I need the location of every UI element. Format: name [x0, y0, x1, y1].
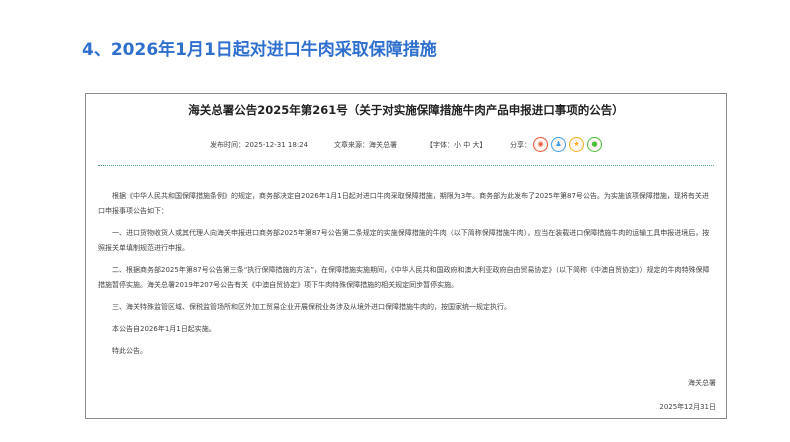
paragraph: 本公告自2026年1月1日起实施。	[112, 325, 216, 333]
share-label: 分享：	[510, 141, 531, 149]
announcement-date: 2025年12月31日	[659, 403, 716, 411]
paragraph: 二、根据商务部2025年第87号公告第三条“执行保障措施的方法”，在保障措施实施…	[98, 266, 710, 289]
article-source: 文章来源：海关总署	[334, 141, 397, 149]
section-heading: 4、2026年1月1日起对进口牛肉采取保障措施	[82, 40, 437, 60]
announcement-panel: 海关总署公告2025年第261号（关于对实施保障措施牛肉产品申报进口事项的公告）…	[85, 93, 727, 419]
paragraph: 特此公告。	[112, 347, 147, 355]
divider	[98, 165, 714, 166]
font-size-selector[interactable]: 【字体：小 中 大】	[426, 140, 486, 150]
qzone-icon[interactable]: ★	[569, 137, 584, 152]
paragraph: 一、进口货物收货人或其代理人向海关申报进口商务部2025年第87号公告第二条规定…	[98, 229, 710, 252]
announcement-title: 海关总署公告2025年第261号（关于对实施保障措施牛肉产品申报进口事项的公告）	[188, 103, 624, 117]
wechat-icon[interactable]: ●	[587, 137, 602, 152]
publish-time: 发布时间：2025-12-31 18:24	[210, 141, 309, 149]
announcement-body: 根据《中华人民共和国保障措施条例》的规定，商务部决定自2026年1月1日起对进口…	[98, 189, 712, 366]
paragraph: 三、海关特殊监管区域、保税监管场所和区外加工贸易企业开展保税业务涉及从境外进口保…	[112, 303, 511, 311]
paragraph: 根据《中华人民共和国保障措施条例》的规定，商务部决定自2026年1月1日起对进口…	[98, 192, 709, 215]
qq-icon[interactable]: ♟	[551, 137, 566, 152]
weibo-icon[interactable]: ◉	[533, 137, 548, 152]
signature: 海关总署	[688, 379, 716, 387]
meta-bar: 发布时间：2025-12-31 18:24 文章来源：海关总署 【字体：小 中 …	[86, 137, 726, 153]
